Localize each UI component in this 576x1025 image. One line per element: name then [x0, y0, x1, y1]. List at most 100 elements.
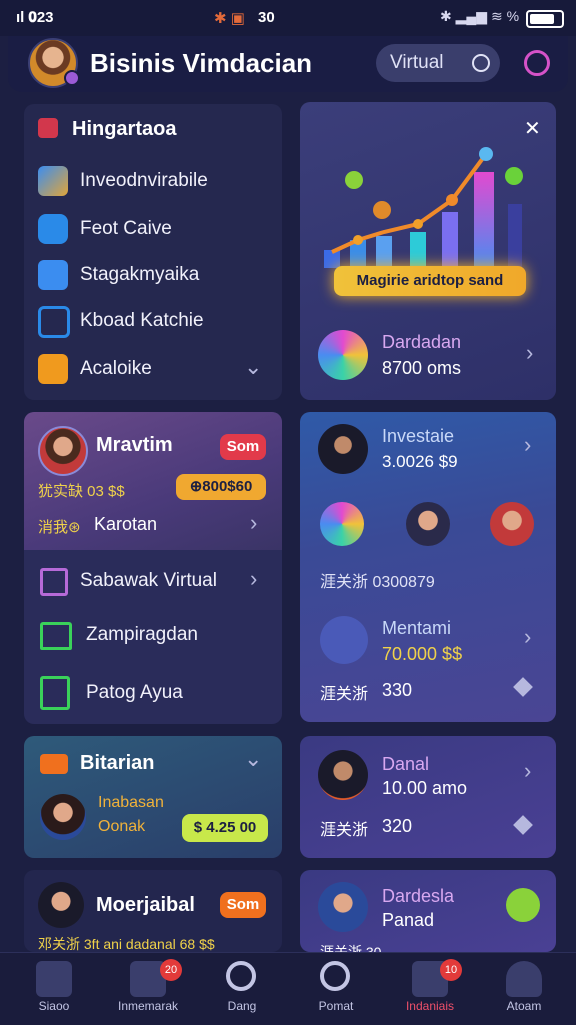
- list-item[interactable]: Patog Ayua: [24, 670, 282, 714]
- chevron-down-icon[interactable]: ⌄: [244, 354, 262, 380]
- list-item-label: Patog Ayua: [86, 682, 183, 703]
- bitarian-title: Bitarian: [80, 752, 155, 774]
- mravtim-name: Mravtim: [96, 434, 173, 456]
- camera-icon: [38, 306, 70, 338]
- toggle-knob: [472, 54, 490, 72]
- dardesla-title: Dardesla: [382, 886, 455, 906]
- virtual-toggle[interactable]: Virtual: [376, 44, 500, 82]
- dardesla-footer: 涯关浙 30: [320, 944, 382, 952]
- invest-title: Investaie: [382, 426, 455, 446]
- chevron-right-icon: ›: [524, 758, 532, 783]
- chevron-right-icon[interactable]: ›: [250, 510, 257, 536]
- mravtim-card: Mravtim Som 犹实缺 03 $$ ⊕800$60 消我⊛ Karota…: [24, 412, 282, 724]
- bottom-nav: Siaoo 20 Inmemarak Dang Pomat 10 Indania…: [0, 952, 576, 1025]
- mentami-title: Mentami: [382, 618, 452, 638]
- mravtim-line2: 消我⊛: [38, 519, 81, 536]
- mentami-row[interactable]: Mentami 70.000 $$ ›: [300, 608, 556, 672]
- chat-icon: [38, 214, 68, 244]
- chevron-right-icon: ›: [524, 624, 532, 649]
- invest-row[interactable]: Investaie 3.0026 $9 ›: [300, 418, 556, 482]
- moer-name: Moerjaibal: [96, 894, 195, 916]
- karotan-label[interactable]: Karotan: [94, 514, 157, 535]
- menu-item-label: Inveodnvirabile: [80, 170, 208, 191]
- invest-card: Investaie 3.0026 $9 › 涯关浙 0300879 Mentam…: [300, 412, 556, 722]
- dardadan-title: Dardadan: [382, 332, 462, 352]
- status-center: 30: [258, 9, 275, 26]
- person-sub: Oonak: [98, 818, 146, 835]
- chevron-right-icon: ›: [526, 340, 534, 365]
- status-bar: ıl 𝟎23 ✱ ▣ 30 ✱ ▂▄▆ ≋ %: [0, 0, 576, 36]
- invest-code: 涯关浙 0300879: [320, 574, 435, 591]
- nav-label: Indaniais: [405, 999, 455, 1013]
- dardesla-sub: Panad: [382, 910, 435, 930]
- nav-label: Dang: [227, 999, 257, 1013]
- battery-icon: [526, 10, 564, 28]
- menu-item-3[interactable]: Stagakmyaika: [24, 256, 282, 296]
- list-item[interactable]: Sabawak Virtual ›: [24, 560, 282, 604]
- invest-footer-value: 330: [382, 680, 413, 700]
- signal-icons: ✱ ▂▄▆ ≋ %: [440, 8, 520, 24]
- edit-icon[interactable]: [506, 888, 540, 922]
- avatar: [318, 424, 368, 474]
- menu-title: Hingartaoa: [72, 118, 177, 140]
- search-icon[interactable]: [524, 50, 550, 76]
- dardesla-card[interactable]: Dardesla Panad 涯关浙 30: [300, 870, 556, 952]
- list-item-label: Sabawak Virtual: [80, 570, 217, 591]
- menu-item-label: Feot Caive: [80, 218, 172, 239]
- search-icon: [320, 961, 350, 991]
- nav-label: Siaoo: [38, 999, 70, 1013]
- home-icon: [40, 622, 72, 650]
- close-icon[interactable]: ✕: [524, 116, 541, 141]
- nav-label: Inmemarak: [117, 999, 179, 1013]
- avatar[interactable]: [38, 426, 88, 476]
- diamond-icon[interactable]: [513, 815, 533, 835]
- notification-icon: ✱ ▣: [214, 10, 245, 27]
- video-icon: [40, 754, 68, 774]
- nav-item-store[interactable]: 20 Inmemarak: [100, 953, 196, 1025]
- avatar: [318, 750, 368, 800]
- menu-item-2[interactable]: Feot Caive: [24, 210, 282, 250]
- amount-pill: $ 4.25 00: [182, 814, 268, 842]
- danal-value: 10.00 amo: [382, 778, 468, 798]
- avatar: [318, 882, 368, 932]
- avatar[interactable]: [490, 502, 534, 546]
- menu-item-5[interactable]: Acaloike ⌄: [24, 350, 282, 390]
- bitarian-card: Bitarian ⌄ Inabasan Oonak $ 4.25 00: [24, 736, 282, 858]
- menu-item-1[interactable]: Inveodnvirabile: [24, 162, 282, 202]
- target-icon: [226, 961, 256, 991]
- avatar[interactable]: [40, 794, 86, 840]
- chevron-right-icon: ›: [250, 566, 258, 591]
- danal-code-value: 320: [382, 816, 413, 836]
- growth-chart-graphic: [324, 147, 523, 268]
- nav-badge: 10: [440, 959, 462, 981]
- avatar[interactable]: [320, 502, 364, 546]
- brush-icon: [318, 330, 368, 380]
- user-icon: [506, 961, 542, 997]
- nav-item-bag[interactable]: 10 Indaniais: [382, 953, 478, 1025]
- nav-item-search[interactable]: Pomat: [288, 953, 384, 1025]
- list-icon: [38, 260, 68, 290]
- dardadan-value: 8700 oms: [382, 358, 462, 378]
- dardadan-row[interactable]: Dardadan 8700 oms ›: [300, 320, 556, 390]
- nav-item-home[interactable]: Siaoo: [6, 953, 102, 1025]
- status-badge: Som: [220, 434, 266, 460]
- toggle-label: Virtual: [390, 52, 444, 73]
- menu-item-4[interactable]: Kboad Katchie: [24, 302, 282, 342]
- status-badge: Som: [220, 892, 266, 918]
- puzzle-icon: [38, 166, 68, 196]
- nav-item-user[interactable]: Atoam: [476, 953, 572, 1025]
- nav-item-target[interactable]: Dang: [194, 953, 290, 1025]
- nav-label: Pomat: [318, 999, 354, 1013]
- danal-code: 涯关浙: [320, 822, 369, 839]
- doc-icon: [40, 676, 70, 710]
- nav-label: Atoam: [506, 999, 542, 1013]
- chevron-down-icon[interactable]: ⌄: [244, 746, 262, 772]
- chart-card: ✕ Magirie aridtop sand Dardadan 8700 oms…: [300, 102, 556, 400]
- avatar[interactable]: [406, 502, 450, 546]
- danal-card[interactable]: Danal 10.00 amo › 涯关浙 320: [300, 736, 556, 858]
- list-item[interactable]: Zampiragdan: [24, 614, 282, 658]
- danal-title: Danal: [382, 754, 430, 774]
- moer-footer: 邓关浙 3ft ani dadanal 68 $$: [38, 936, 215, 952]
- avatar[interactable]: [38, 882, 84, 928]
- diamond-icon[interactable]: [513, 677, 533, 697]
